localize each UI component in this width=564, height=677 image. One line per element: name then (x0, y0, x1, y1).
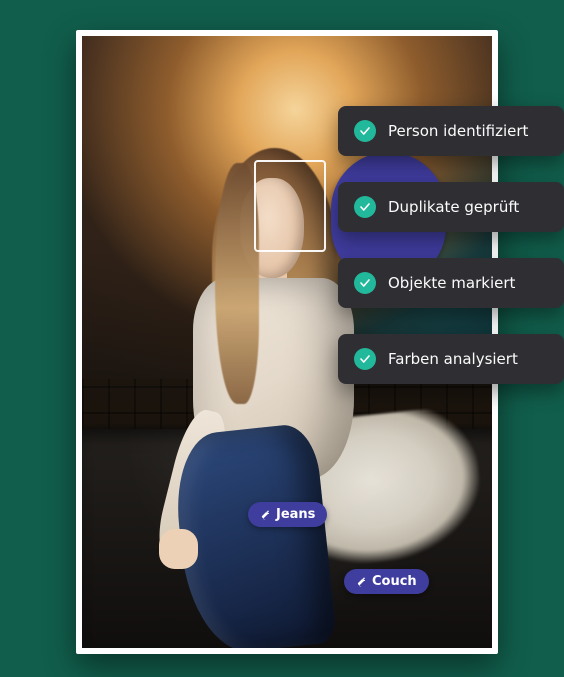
check-icon (354, 120, 376, 142)
status-chip-colors-analyzed: Farben analysiert (338, 334, 564, 384)
status-chip-duplicates-checked: Duplikate geprüft (338, 182, 564, 232)
status-label: Person identifiziert (388, 122, 528, 140)
check-icon (354, 196, 376, 218)
status-chip-objects-marked: Objekte markiert (338, 258, 564, 308)
check-icon (354, 272, 376, 294)
tag-icon (257, 508, 270, 521)
tag-label: Couch (372, 574, 417, 589)
status-label: Objekte markiert (388, 274, 515, 292)
status-label: Farben analysiert (388, 350, 518, 368)
tag-label: Jeans (276, 507, 315, 522)
status-chip-person-identified: Person identifiziert (338, 106, 564, 156)
status-label: Duplikate geprüft (388, 198, 519, 216)
tag-object-jeans[interactable]: Jeans (248, 502, 327, 527)
tag-object-couch[interactable]: Couch (344, 569, 429, 594)
tag-icon (353, 575, 366, 588)
check-icon (354, 348, 376, 370)
analysis-status-list: Person identifiziert Duplikate geprüft O… (338, 106, 564, 384)
